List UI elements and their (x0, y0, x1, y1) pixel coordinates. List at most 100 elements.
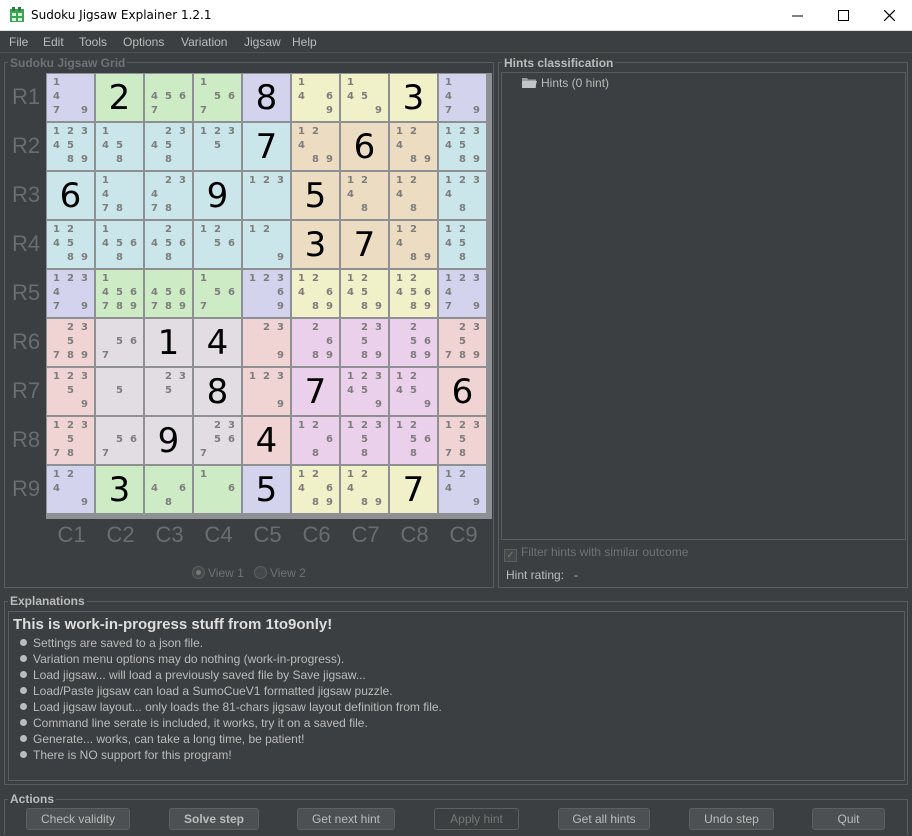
grid-cell[interactable]: 123578 (439, 417, 486, 464)
filter-checkbox[interactable]: ✓ Filter hints with similar outcome (504, 545, 688, 562)
sudoku-grid[interactable]: 1479245671567814691459314791234589145823… (46, 73, 492, 519)
grid-cell[interactable]: 1245689 (390, 270, 437, 317)
apply-hint-button[interactable]: Apply hint (434, 808, 519, 830)
grid-cell[interactable]: 123 9 (243, 368, 290, 415)
grid-cell[interactable]: 1 45 8 (96, 123, 143, 170)
grid-cell[interactable]: 123 459 (341, 368, 388, 415)
grid-cell[interactable]: 123 4 7 9 (439, 270, 486, 317)
menu-help[interactable]: Help (292, 35, 317, 49)
grid-cell[interactable]: 5 (292, 172, 339, 219)
grid-cell[interactable]: 23 4 78 (145, 172, 192, 219)
grid-cell[interactable]: 3 (96, 466, 143, 513)
grid-cell[interactable]: 1235 8 (341, 417, 388, 464)
grid-cell[interactable]: 7 (341, 221, 388, 268)
grid-cell[interactable]: 124 9 (47, 466, 94, 513)
menu-edit[interactable]: Edit (43, 35, 64, 49)
grid-cell[interactable]: 4 (194, 319, 241, 366)
grid-cell[interactable]: 124 9 (439, 466, 486, 513)
grid-cell[interactable]: 123 45 89 (47, 123, 94, 170)
grid-cell[interactable]: 12489 (390, 221, 437, 268)
grid-cell[interactable]: 8 (243, 74, 290, 121)
grid-cell[interactable]: 123 45 89 (439, 123, 486, 170)
grid-cell[interactable]: 12459 (390, 368, 437, 415)
grid-cell[interactable]: 123578 (47, 417, 94, 464)
grid-cell[interactable]: 6 (439, 368, 486, 415)
grid-cell[interactable]: 5 (96, 368, 143, 415)
grid-cell[interactable]: 1 (145, 319, 192, 366)
grid-cell[interactable]: 7 (243, 123, 290, 170)
grid-cell[interactable]: 2689 (292, 319, 339, 366)
grid-cell[interactable]: 123 6 9 (243, 270, 290, 317)
grid-cell[interactable]: 1567 (194, 270, 241, 317)
grid-cell[interactable]: 3 (390, 74, 437, 121)
grid-cell[interactable]: 1268 (292, 417, 339, 464)
grid-cell[interactable]: 456 789 (145, 270, 192, 317)
grid-cell[interactable]: 4 68 (145, 466, 192, 513)
hints-tree[interactable] (501, 72, 906, 540)
grid-cell[interactable]: 12489 (341, 466, 388, 513)
grid-cell[interactable]: 1567 (194, 74, 241, 121)
grid-cell[interactable]: 123 4 7 9 (47, 270, 94, 317)
grid-cell[interactable]: 12 56 (194, 221, 241, 268)
grid-cell[interactable]: 123 (243, 172, 290, 219)
grid-cell[interactable]: 2 5689 (390, 319, 437, 366)
grid-cell[interactable]: 456 7 (145, 74, 192, 121)
grid-cell[interactable]: 12 568 (390, 417, 437, 464)
close-button[interactable] (866, 0, 912, 31)
grid-cell[interactable]: 12489 (292, 123, 339, 170)
grid-cell[interactable]: 4 (243, 417, 290, 464)
menu-options[interactable]: Options (123, 35, 164, 49)
grid-cell[interactable]: 1245 89 (341, 270, 388, 317)
grid-cell[interactable]: 1 4 7 9 (47, 74, 94, 121)
grid-cell[interactable]: 123 48 (439, 172, 486, 219)
grid-cell[interactable]: 7 (390, 466, 437, 513)
grid-cell[interactable]: 1245 8 (439, 221, 486, 268)
maximize-button[interactable] (820, 0, 866, 31)
grid-cell[interactable]: 1248 (390, 172, 437, 219)
hints-tree-root[interactable]: Hints (0 hint) (522, 76, 609, 90)
grid-cell[interactable]: 7 (292, 368, 339, 415)
grid-cell[interactable]: 5 (243, 466, 290, 513)
check-validity-button[interactable]: Check validity (26, 808, 130, 830)
grid-cell[interactable]: 24568 (145, 221, 192, 268)
grid-cell[interactable]: 23 9 (243, 319, 290, 366)
grid-cell[interactable]: 3 (292, 221, 339, 268)
grid-cell[interactable]: 6 (47, 172, 94, 219)
get-next-hint-button[interactable]: Get next hint (297, 808, 395, 830)
grid-cell[interactable]: 235789 (439, 319, 486, 366)
grid-cell[interactable]: 1245 89 (47, 221, 94, 268)
grid-cell[interactable]: 8 (194, 368, 241, 415)
grid-cell[interactable]: 235789 (47, 319, 94, 366)
grid-cell[interactable]: 12 9 (243, 221, 290, 268)
grid-cell[interactable]: 1 4 6 9 (292, 74, 339, 121)
grid-cell[interactable]: 1235 (194, 123, 241, 170)
grid-cell[interactable]: 16 (194, 466, 241, 513)
menu-tools[interactable]: Tools (79, 35, 107, 49)
grid-cell[interactable]: 235 (145, 368, 192, 415)
grid-cell[interactable]: 23 45 8 (145, 123, 192, 170)
grid-cell[interactable]: 9 (145, 417, 192, 464)
grid-cell[interactable]: 1 459 (341, 74, 388, 121)
quit-button[interactable]: Quit (812, 808, 885, 830)
grid-cell[interactable]: 124 689 (292, 466, 339, 513)
menu-variation[interactable]: Variation (181, 35, 227, 49)
grid-cell[interactable]: 235 89 (341, 319, 388, 366)
grid-cell[interactable]: 1 4 7 9 (439, 74, 486, 121)
grid-cell[interactable]: 1 456 789 (96, 270, 143, 317)
grid-cell[interactable]: 124 689 (292, 270, 339, 317)
grid-cell[interactable]: 6 (341, 123, 388, 170)
menu-jigsaw[interactable]: Jigsaw (244, 35, 281, 49)
undo-step-button[interactable]: Undo step (689, 808, 774, 830)
grid-cell[interactable]: 2 (96, 74, 143, 121)
view1-radio[interactable]: View 1 (192, 566, 244, 580)
grid-cell[interactable]: 1248 (341, 172, 388, 219)
grid-cell[interactable]: 12489 (390, 123, 437, 170)
get-all-hints-button[interactable]: Get all hints (558, 808, 650, 830)
grid-cell[interactable]: 1 4 78 (96, 172, 143, 219)
grid-cell[interactable]: 9 (194, 172, 241, 219)
solve-step-button[interactable]: Solve step (169, 808, 259, 830)
view2-radio[interactable]: View 2 (254, 566, 306, 580)
grid-cell[interactable]: 2356 7 (194, 417, 241, 464)
grid-cell[interactable]: 1 4568 (96, 221, 143, 268)
grid-cell[interactable]: 56 7 (96, 319, 143, 366)
